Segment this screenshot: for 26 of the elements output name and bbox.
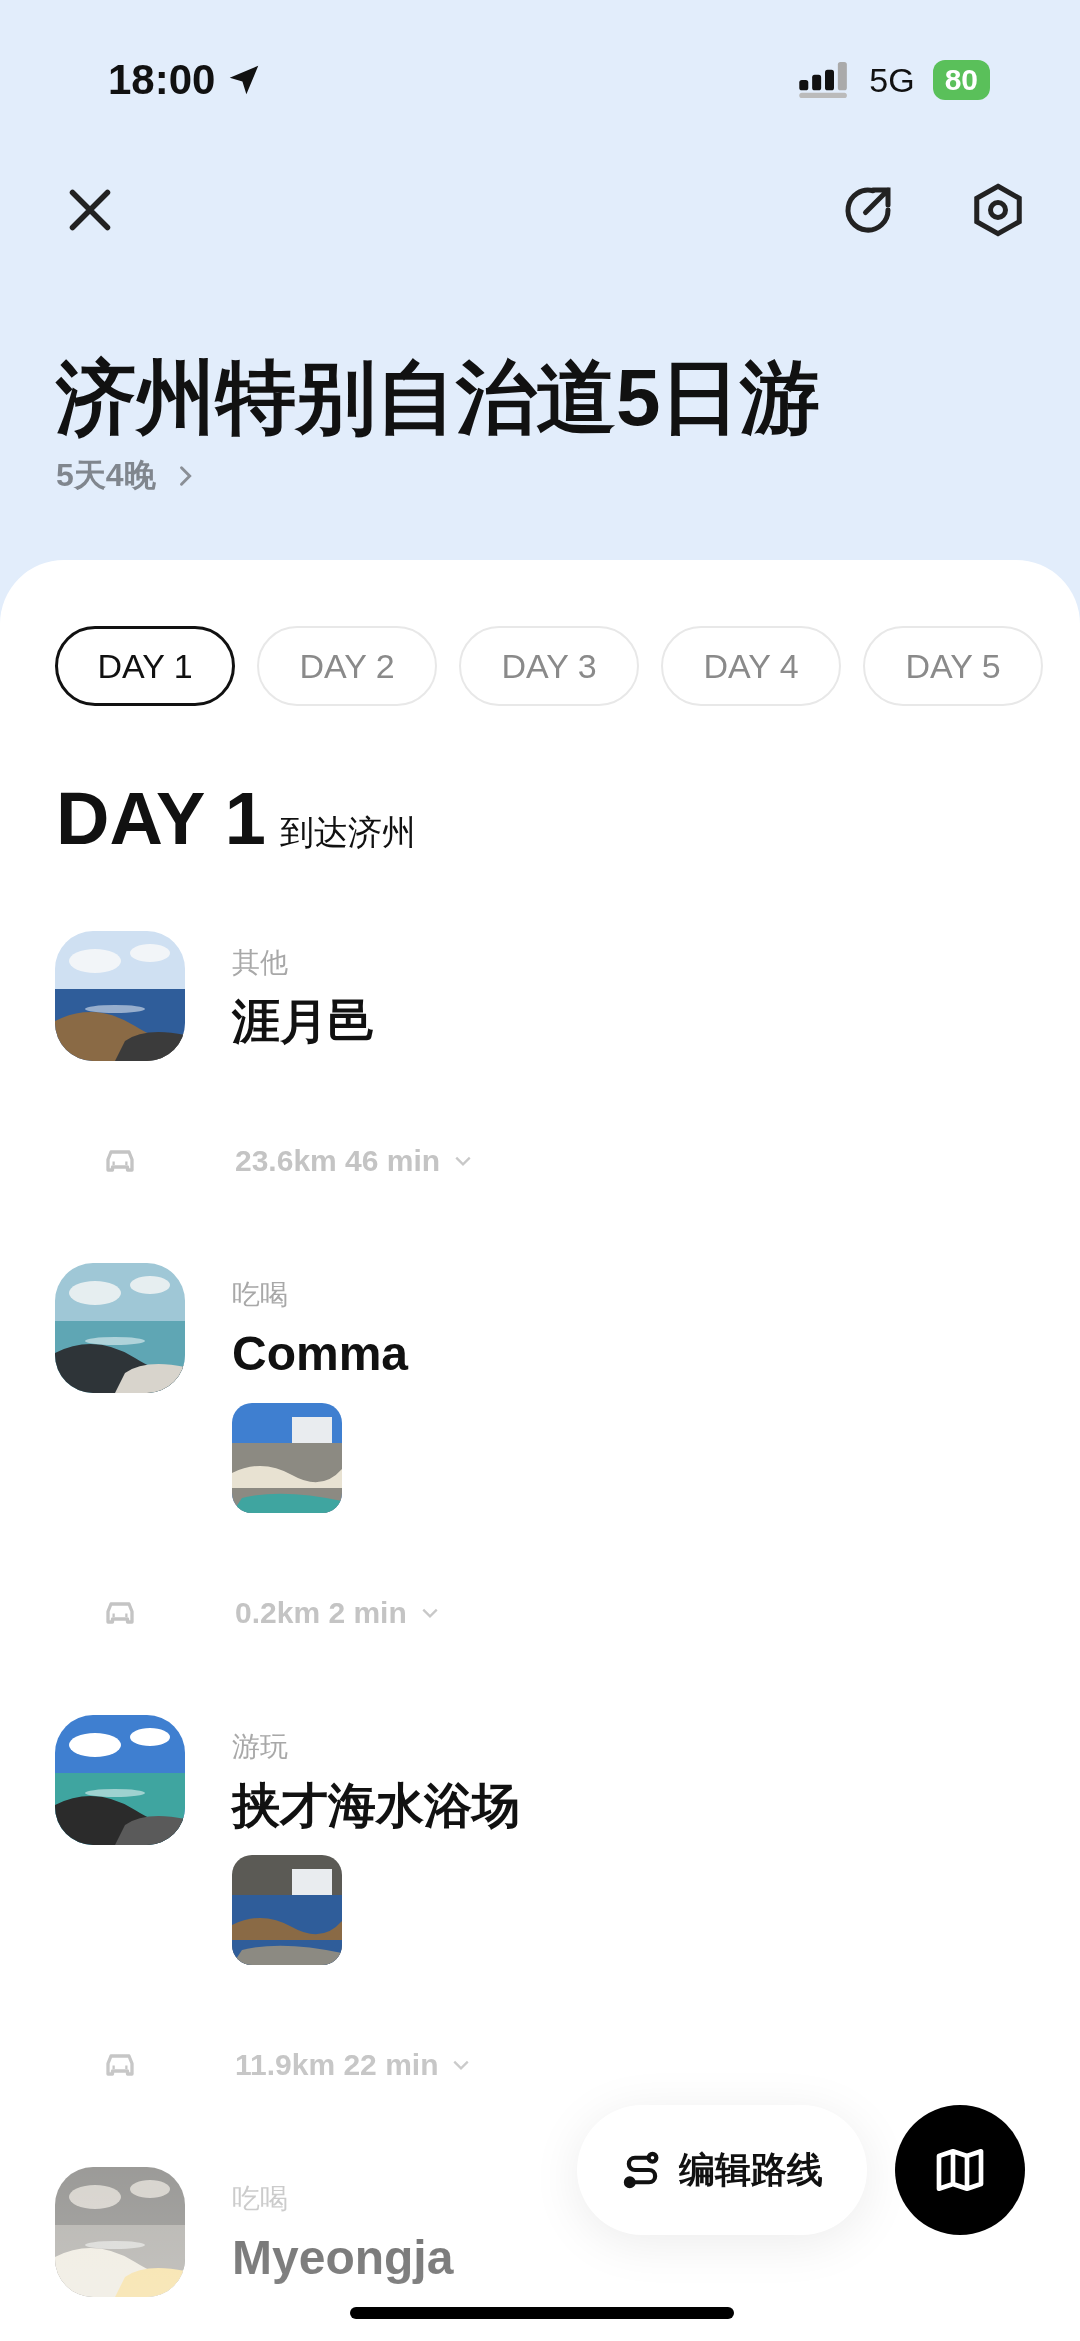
day-tab[interactable]: DAY 4 (661, 626, 841, 706)
travel-distance-link[interactable]: 0.2km 2 min (235, 1596, 439, 1630)
stop-category: 其他 (232, 946, 289, 980)
edit-route-button[interactable]: 编辑路线 (577, 2105, 867, 2235)
stop-name[interactable]: 涯月邑 (232, 991, 376, 1053)
chevron-right-icon (177, 464, 192, 488)
stop-category: 吃喝 (232, 1278, 289, 1312)
network-label: 5G (869, 60, 915, 100)
trip-title: 济州特别自治道5日游 (56, 352, 822, 444)
day-tab[interactable]: DAY 3 (459, 626, 639, 706)
trip-duration-link[interactable]: 5天4晚 (56, 454, 192, 498)
status-time: 18:00 (108, 56, 216, 104)
stop-name[interactable]: 挟才海水浴场 (232, 1775, 520, 1837)
day-subtitle: 到达济州 (279, 812, 416, 853)
chevron-down-icon (452, 2059, 471, 2071)
chevron-down-icon (420, 1607, 439, 1619)
day-heading: DAY 1 (56, 776, 266, 861)
battery-indicator: 80 (932, 60, 990, 100)
day-tab[interactable]: DAY 2 (257, 626, 437, 706)
stop-name[interactable]: Myeongja (232, 2227, 454, 2289)
day-tab[interactable]: DAY 5 (863, 626, 1043, 706)
stop-category: 游玩 (232, 1730, 289, 1764)
chevron-down-icon (454, 1155, 473, 1167)
day-tab[interactable]: DAY 1 (55, 626, 235, 706)
stop-name[interactable]: Comma (232, 1323, 409, 1385)
travel-distance-link[interactable]: 23.6km 46 min (235, 1144, 473, 1178)
